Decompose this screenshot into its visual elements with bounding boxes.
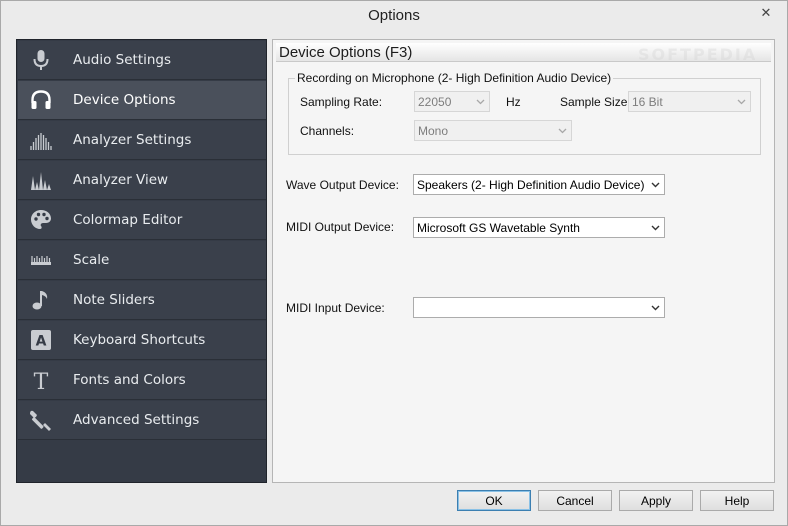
sample-size-value: 16 Bit — [632, 94, 663, 109]
ok-button[interactable]: OK — [457, 490, 531, 511]
svg-text:A: A — [36, 334, 47, 350]
sidebar-item-label: Device Options — [73, 92, 176, 108]
sidebar-item-device-options[interactable]: Device Options — [18, 81, 266, 120]
close-icon: ✕ — [760, 5, 772, 21]
chevron-down-icon — [737, 97, 746, 106]
sample-size-select[interactable]: 16 Bit — [628, 91, 751, 112]
sampling-rate-value: 22050 — [418, 94, 452, 109]
sidebar-item-label: Keyboard Shortcuts — [73, 332, 206, 348]
sidebar-item-keyboard-shortcuts[interactable]: A Keyboard Shortcuts — [18, 321, 266, 360]
device-options-panel: Device Options (F3) SOFTPEDIA Recording … — [272, 39, 775, 483]
sampling-rate-label: Sampling Rate: — [300, 95, 383, 109]
title-bar[interactable]: Options ✕ — [1, 1, 787, 32]
midi-output-value: Microsoft GS Wavetable Synth — [417, 220, 580, 235]
chevron-down-icon — [651, 180, 660, 189]
chevron-down-icon — [651, 223, 660, 232]
sidebar-item-label: Scale — [73, 252, 110, 268]
microphone-icon — [29, 48, 53, 72]
sidebar-item-label: Colormap Editor — [73, 212, 183, 228]
channels-select[interactable]: Mono — [414, 120, 572, 141]
chevron-down-icon — [558, 126, 567, 135]
sidebar-item-analyzer-settings[interactable]: Analyzer Settings — [18, 121, 266, 160]
svg-text:T: T — [34, 370, 49, 392]
sidebar-item-label: Analyzer Settings — [73, 132, 192, 148]
midi-output-label: MIDI Output Device: — [286, 220, 395, 234]
sidebar-item-label: Advanced Settings — [73, 412, 200, 428]
sampling-rate-select[interactable]: 22050 — [414, 91, 490, 112]
wave-output-label: Wave Output Device: — [286, 178, 399, 192]
sidebar-item-note-sliders[interactable]: Note Sliders — [18, 281, 266, 320]
sample-size-label: Sample Size: — [560, 95, 631, 109]
sidebar-item-scale[interactable]: Scale — [18, 241, 266, 280]
sidebar-item-colormap-editor[interactable]: Colormap Editor — [18, 201, 266, 240]
recording-groupbox: Recording on Microphone (2- High Definit… — [288, 71, 761, 155]
spectrum-icon — [29, 168, 53, 192]
window-title: Options — [368, 7, 420, 24]
wrench-icon — [29, 408, 53, 432]
wave-output-value: Speakers (2- High Definition Audio Devic… — [417, 177, 645, 192]
sidebar-item-advanced-settings[interactable]: Advanced Settings — [18, 401, 266, 440]
headphones-icon — [29, 88, 53, 112]
sidebar-item-label: Audio Settings — [73, 52, 172, 68]
channels-label: Channels: — [300, 124, 355, 138]
palette-icon — [29, 208, 53, 232]
music-note-icon — [29, 288, 53, 312]
midi-output-select[interactable]: Microsoft GS Wavetable Synth — [413, 217, 665, 238]
watermark: SOFTPEDIA — [638, 45, 758, 64]
sidebar-item-label: Note Sliders — [73, 292, 155, 308]
hz-label: Hz — [506, 95, 521, 109]
sidebar-item-fonts-and-colors[interactable]: T Fonts and Colors — [18, 361, 266, 400]
cancel-button[interactable]: Cancel — [538, 490, 612, 511]
midi-input-label: MIDI Input Device: — [286, 301, 385, 315]
chevron-down-icon — [476, 97, 485, 106]
keyboard-key-icon: A — [29, 328, 53, 352]
ruler-icon — [29, 248, 53, 272]
sidebar-item-analyzer-view[interactable]: Analyzer View — [18, 161, 266, 200]
sidebar: Audio Settings Device Options Analyzer S… — [16, 39, 267, 483]
options-window: Options ✕ Audio Settings Device Options … — [0, 0, 788, 526]
sidebar-item-label: Analyzer View — [73, 172, 169, 188]
channels-value: Mono — [418, 123, 449, 138]
waveform-icon — [29, 128, 53, 152]
sidebar-item-audio-settings[interactable]: Audio Settings — [18, 41, 266, 80]
panel-title: Device Options (F3) — [279, 44, 413, 61]
help-button[interactable]: Help — [700, 490, 774, 511]
font-icon: T — [29, 368, 53, 392]
midi-input-select[interactable] — [413, 297, 665, 318]
chevron-down-icon — [651, 303, 660, 312]
apply-button[interactable]: Apply — [619, 490, 693, 511]
sidebar-item-label: Fonts and Colors — [73, 372, 186, 388]
recording-group-legend: Recording on Microphone (2- High Definit… — [295, 71, 614, 85]
close-button[interactable]: ✕ — [751, 3, 781, 23]
wave-output-select[interactable]: Speakers (2- High Definition Audio Devic… — [413, 174, 665, 195]
